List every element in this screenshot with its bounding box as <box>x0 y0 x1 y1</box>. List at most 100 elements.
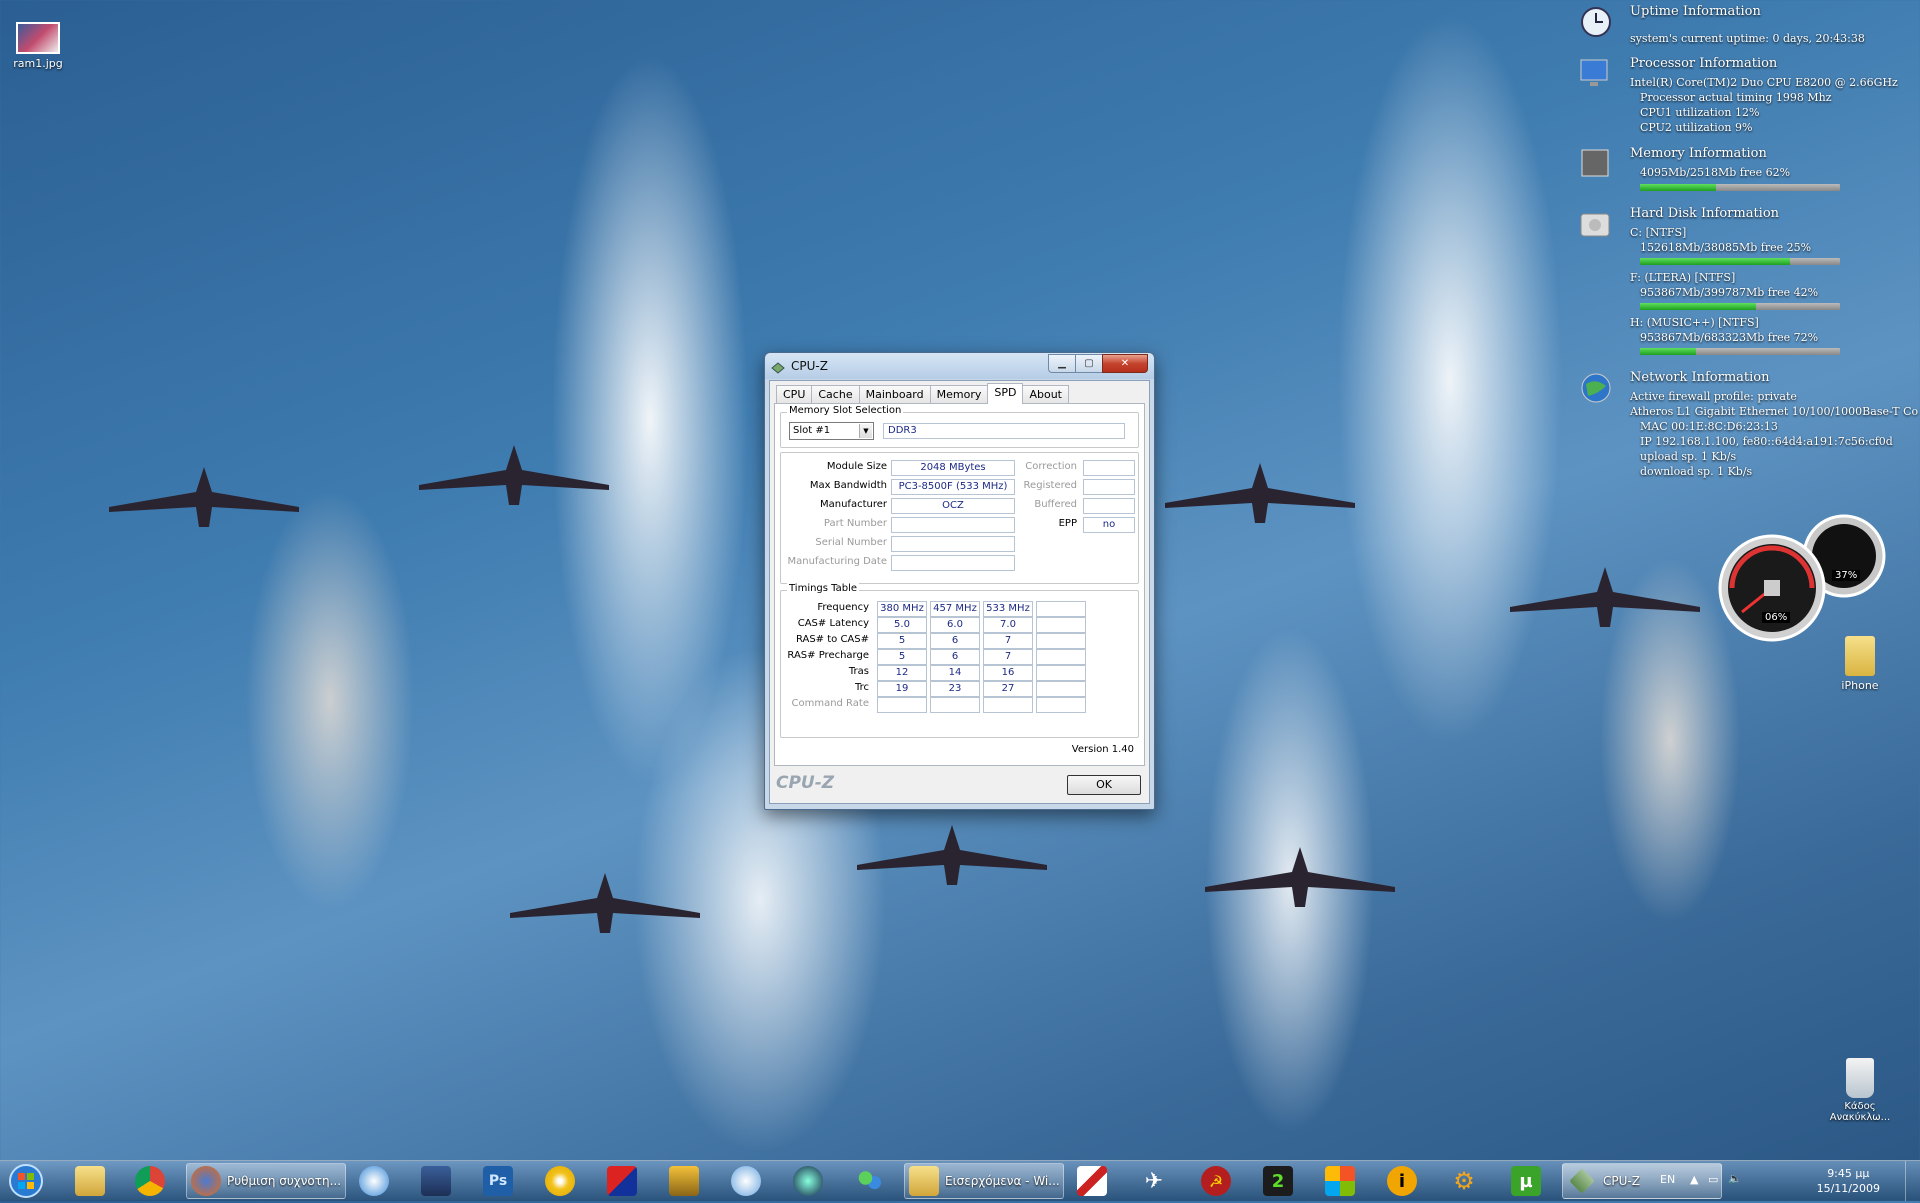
show-desktop-button[interactable] <box>1905 1161 1920 1201</box>
disk-line: 953867Mb/683323Mb free 72% <box>1640 331 1819 344</box>
buffered-label: Buffered <box>1034 499 1077 510</box>
app-icon <box>1077 1166 1107 1196</box>
timing-cell <box>1036 617 1086 633</box>
tab-memory[interactable]: Memory <box>929 385 989 404</box>
clock-date: 15/11/2009 <box>1816 1182 1880 1195</box>
module-info-group: Module Size 2048 MBytes Max Bandwidth PC… <box>780 452 1139 584</box>
timing-cell: 5.0 <box>877 617 927 633</box>
timing-cell: 16 <box>983 665 1033 681</box>
title-bar[interactable]: CPU-Z ▁ ▢ ✕ <box>765 353 1154 379</box>
hard-disk-icon <box>1578 206 1614 242</box>
disk-usage-bar <box>1640 303 1840 310</box>
taskbar-utorrent-button[interactable]: µ <box>1504 1163 1548 1199</box>
slot-select[interactable]: Slot #1 ▼ <box>789 422 874 440</box>
volume-icon[interactable]: 🔈 <box>1728 1172 1742 1185</box>
taskbar-monitor-button[interactable] <box>414 1163 458 1199</box>
processor-line: CPU1 utilization 12% <box>1640 106 1760 119</box>
taskbar-app3-button[interactable]: 2 <box>1256 1163 1300 1199</box>
cpu-meter-value: 06% <box>1762 612 1791 623</box>
module-size-value: 2048 MBytes <box>891 460 1015 476</box>
recycle-bin-icon <box>1846 1058 1874 1098</box>
manufacturer-value: OCZ <box>891 498 1015 514</box>
taskbar-game-button[interactable]: ☭ <box>1194 1163 1238 1199</box>
taskbar-winamp-button[interactable] <box>662 1163 706 1199</box>
timing-cell: 5 <box>877 633 927 649</box>
clock[interactable]: 9:45 μμ 15/11/2009 <box>1817 1166 1880 1196</box>
chevron-down-icon: ▼ <box>859 424 872 438</box>
chrome-icon <box>135 1166 165 1196</box>
taskbar-info-button[interactable]: i <box>1380 1163 1424 1199</box>
clock-time: 9:45 μμ <box>1827 1167 1870 1180</box>
taskbar-app5-button[interactable]: ⚙ <box>1442 1163 1486 1199</box>
timing-cell: 14 <box>930 665 980 681</box>
taskbar-explorer-button[interactable] <box>68 1163 112 1199</box>
cpuz-app-icon <box>771 359 785 374</box>
desktop-icon-iphone[interactable]: iPhone <box>1822 636 1898 692</box>
tab-about[interactable]: About <box>1022 385 1069 404</box>
timing-cell: 457 MHz <box>930 601 980 617</box>
tab-cpu[interactable]: CPU <box>776 385 813 404</box>
tab-mainboard[interactable]: Mainboard <box>858 385 931 404</box>
max-bandwidth-value: PC3-8500F (533 MHz) <box>891 479 1015 495</box>
maximize-button[interactable]: ▢ <box>1075 354 1103 373</box>
cpuz-app-icon <box>1569 1168 1595 1194</box>
serial-number-value <box>891 536 1015 552</box>
desktop-icon-label: iPhone <box>1841 679 1879 692</box>
timing-cell <box>1036 649 1086 665</box>
taskbar-photoshop-button[interactable]: Ps <box>476 1163 520 1199</box>
info-icon: i <box>1387 1166 1417 1196</box>
desktop-icon-recycle-bin[interactable]: Κάδος Ανακύκλω... <box>1822 1058 1898 1123</box>
timing-cell: 27 <box>983 681 1033 697</box>
desktop-icon-ram1[interactable]: ram1.jpg <box>0 22 76 70</box>
taskbar-globe-button[interactable] <box>786 1163 830 1199</box>
people-icon <box>855 1166 885 1196</box>
globe-icon <box>1578 370 1614 406</box>
tab-spd[interactable]: SPD <box>987 383 1024 404</box>
network-tray-icon[interactable]: ▭ <box>1708 1173 1718 1186</box>
network-line: Atheros L1 Gigabit Ethernet 10/100/1000B… <box>1630 405 1919 418</box>
disk-usage-bar <box>1640 348 1840 355</box>
show-hidden-icons-button[interactable]: ▲ <box>1690 1173 1698 1186</box>
slot-select-value: Slot #1 <box>793 425 831 436</box>
tab-cache[interactable]: Cache <box>811 385 860 404</box>
cpu-meter-gadget[interactable]: 06% 37% <box>1712 512 1888 642</box>
safari-icon <box>359 1166 389 1196</box>
timings-table-legend: Timings Table <box>787 583 860 594</box>
processor-line: Intel(R) Core(TM)2 Duo CPU E8200 @ 2.66G… <box>1630 76 1898 89</box>
taskbar-messenger-button[interactable] <box>848 1163 892 1199</box>
taskbar-app4-button[interactable] <box>1318 1163 1362 1199</box>
ok-button[interactable]: OK <box>1067 775 1141 795</box>
timing-cell: 19 <box>877 681 927 697</box>
spd-panel: Memory Slot Selection Slot #1 ▼ DDR3 Mod… <box>774 403 1145 766</box>
part-number-label: Part Number <box>823 518 887 529</box>
utorrent-icon: µ <box>1511 1166 1541 1196</box>
timing-row-label: Tras <box>848 666 869 677</box>
registered-label: Registered <box>1023 480 1077 491</box>
taskbar-itunes-button[interactable] <box>724 1163 768 1199</box>
taskbar-app2-button[interactable] <box>1070 1163 1114 1199</box>
taskbar-plane-button[interactable]: ✈ <box>1132 1163 1176 1199</box>
taskbar: Ρυθμιση συχνοτη... Ps Εισερχόμενα - Wi..… <box>0 1160 1920 1201</box>
minimize-button[interactable]: ▁ <box>1048 354 1076 373</box>
jet-7 <box>1200 842 1400 912</box>
taskbar-button-label: Εισερχόμενα - Wi... <box>945 1174 1060 1188</box>
processor-title: Processor Information <box>1630 56 1778 71</box>
taskbar-mail-button[interactable]: Εισερχόμενα - Wi... <box>904 1163 1064 1199</box>
network-line: IP 192.168.1.100, fe80::64d4:a191:7c56:c… <box>1640 435 1893 448</box>
memory-title: Memory Information <box>1630 146 1767 161</box>
globe-icon <box>793 1166 823 1196</box>
timing-cell <box>877 697 927 713</box>
taskbar-firefox-button[interactable]: Ρυθμιση συχνοτη... <box>186 1163 346 1199</box>
taskbar-safari-button[interactable] <box>352 1163 396 1199</box>
taskbar-disc-button[interactable] <box>538 1163 582 1199</box>
close-button[interactable]: ✕ <box>1102 354 1148 373</box>
meter-dials <box>1718 514 1886 642</box>
memory-usage-fill <box>1640 184 1716 191</box>
language-indicator[interactable]: EN <box>1660 1173 1675 1186</box>
taskbar-chrome-button[interactable] <box>128 1163 172 1199</box>
part-number-value <box>891 517 1015 533</box>
taskbar-app-button[interactable] <box>600 1163 644 1199</box>
disk-usage-fill <box>1640 348 1696 355</box>
start-button[interactable] <box>4 1163 48 1199</box>
manufacturer-label: Manufacturer <box>820 499 887 510</box>
